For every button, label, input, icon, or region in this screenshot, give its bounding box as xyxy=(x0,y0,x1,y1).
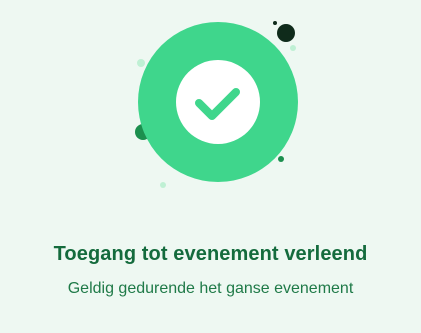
confetti-dot xyxy=(160,182,166,188)
confetti-dot xyxy=(278,156,284,162)
confetti-dot xyxy=(290,45,296,51)
confetti-dot xyxy=(273,21,277,25)
status-title: Toegang tot evenement verleend xyxy=(53,243,368,265)
confetti-dot xyxy=(277,24,295,42)
confetti-dot xyxy=(137,59,145,67)
access-granted-card: Toegang tot evenement verleend Geldig ge… xyxy=(0,0,421,333)
success-badge xyxy=(176,60,260,144)
success-illustration xyxy=(0,0,421,220)
status-subtitle: Geldig gedurende het ganse evenement xyxy=(67,280,354,297)
